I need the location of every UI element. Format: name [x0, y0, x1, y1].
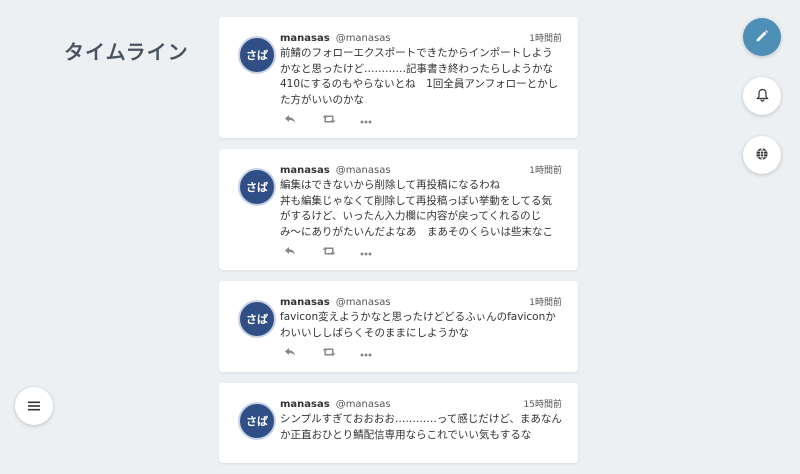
post-timestamp[interactable]: 1時間前: [529, 31, 562, 44]
post-timestamp[interactable]: 1時間前: [529, 163, 562, 176]
post-timestamp[interactable]: 1時間前: [529, 295, 562, 308]
timeline-feed: さば manasas @manasas 1時間前 前鯖のフォローエクスポートでき…: [219, 17, 578, 474]
post-card[interactable]: さば manasas @manasas 15時間前 シンプルすぎておおおお…………: [219, 383, 578, 463]
notifications-button[interactable]: [743, 77, 781, 115]
post-author-name[interactable]: manasas: [280, 33, 330, 44]
menu-button[interactable]: [15, 387, 53, 425]
avatar-text: さば: [246, 49, 268, 62]
avatar[interactable]: さば: [238, 36, 276, 74]
avatar[interactable]: さば: [238, 300, 276, 338]
reply-icon[interactable]: [284, 114, 322, 127]
globe-icon: [755, 146, 769, 165]
avatar-text: さば: [246, 415, 268, 428]
post-card[interactable]: さば manasas @manasas 1時間前 favicon変えようかなと思…: [219, 281, 578, 372]
page-title: タイムライン: [64, 40, 189, 64]
more-icon[interactable]: [360, 246, 398, 259]
post-author-name[interactable]: manasas: [280, 297, 330, 308]
reply-icon[interactable]: [284, 246, 322, 259]
compose-button[interactable]: [743, 18, 781, 56]
post-timestamp[interactable]: 15時間前: [524, 397, 562, 410]
avatar[interactable]: さば: [238, 402, 276, 440]
post-card[interactable]: さば manasas @manasas 1時間前 編集はできないから削除して再投…: [219, 149, 578, 270]
boost-icon[interactable]: [322, 114, 360, 127]
boost-icon[interactable]: [322, 246, 360, 259]
reply-icon[interactable]: [284, 347, 322, 360]
more-icon[interactable]: [360, 114, 398, 127]
pencil-icon: [755, 28, 769, 47]
post-text: 前鯖のフォローエクスポートできたからインポートしようかなと思ったけど…………記事…: [280, 47, 564, 106]
post-card[interactable]: さば manasas @manasas 1時間前 前鯖のフォローエクスポートでき…: [219, 17, 578, 138]
post-author-handle[interactable]: @manasas: [336, 165, 391, 176]
avatar-text: さば: [246, 313, 268, 326]
more-icon[interactable]: [360, 347, 398, 360]
post-text: favicon変えようかなと思ったけどどるふぃんのfaviconかわいいししばら…: [280, 311, 556, 339]
post-author-name[interactable]: manasas: [280, 165, 330, 176]
avatar-text: さば: [246, 181, 268, 194]
menu-icon: [27, 397, 41, 416]
federated-timeline-button[interactable]: [743, 136, 781, 174]
post-text: 編集はできないから削除して再投稿になるわね 丼も編集じゃなくて削除して再投稿っぽ…: [280, 179, 553, 238]
post-author-name[interactable]: manasas: [280, 399, 330, 410]
post-text: シンプルすぎておおおお…………って感じだけど、まあなんか正直おひとり鯖配信専用な…: [280, 413, 562, 441]
bell-icon: [755, 87, 769, 106]
post-author-handle[interactable]: @manasas: [336, 33, 391, 44]
post-author-handle[interactable]: @manasas: [336, 297, 391, 308]
avatar[interactable]: さば: [238, 168, 276, 206]
post-author-handle[interactable]: @manasas: [336, 399, 391, 410]
boost-icon[interactable]: [322, 347, 360, 360]
